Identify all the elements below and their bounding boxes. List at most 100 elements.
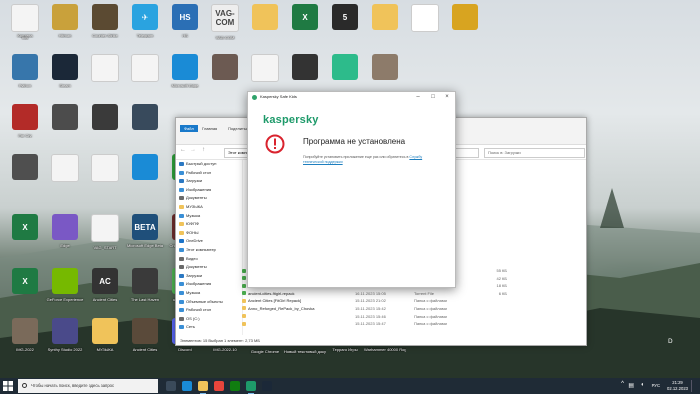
desktop-icon[interactable]: [244, 4, 286, 33]
desktop-icon[interactable]: [364, 54, 406, 83]
desktop-icon[interactable]: [124, 154, 166, 183]
nav-item[interactable]: МУЗЫКА: [176, 203, 242, 212]
taskbar-xbox-icon[interactable]: [230, 381, 240, 391]
desktop-icon[interactable]: [244, 54, 286, 85]
nav-item[interactable]: Музыка: [176, 212, 242, 221]
desktop-icon-label: IMG-2022-10: [213, 347, 237, 352]
back-arrow-icon[interactable]: ←: [180, 147, 186, 153]
desktop-icon[interactable]: X: [4, 268, 46, 297]
desktop-icon[interactable]: GeForce Experience: [44, 268, 86, 302]
minimize-icon[interactable]: –: [411, 93, 425, 102]
tray-overflow-icon[interactable]: ^: [621, 381, 624, 387]
volume-icon[interactable]: ◖: [640, 382, 644, 388]
up-arrow-icon[interactable]: ↑: [202, 147, 205, 153]
nav-item[interactable]: Музыка: [176, 289, 242, 298]
file-icon: [242, 306, 246, 311]
file-size: 6 КБ: [498, 290, 507, 296]
nav-item[interactable]: OS (C:): [176, 315, 242, 324]
desktop-icon[interactable]: 5: [324, 4, 366, 33]
file-type: Папка с файлами: [414, 321, 447, 327]
search-input[interactable]: Поиск в: Загрузки: [484, 148, 585, 158]
file-row[interactable]: 15.11.2023 15:47 Папка с файлами: [242, 320, 586, 328]
nav-item[interactable]: ФОНЫ: [176, 229, 242, 238]
desktop-icon-image: [52, 104, 78, 130]
nav-item[interactable]: OneDrive: [176, 237, 242, 246]
show-desktop-button[interactable]: [691, 380, 698, 392]
nav-item[interactable]: Быстрый доступ: [176, 160, 242, 169]
nav-item[interactable]: Загрузки: [176, 272, 242, 281]
nav-item[interactable]: Изображения: [176, 280, 242, 289]
desktop-icon[interactable]: [84, 154, 126, 185]
nav-item[interactable]: Сеть: [176, 323, 242, 332]
close-icon[interactable]: ×: [440, 93, 454, 102]
desktop-icon[interactable]: X: [284, 4, 326, 33]
windows-start-icon[interactable]: [3, 381, 13, 391]
desktop-icon[interactable]: [44, 154, 86, 185]
nav-item[interactable]: Рабочий стол: [176, 306, 242, 315]
taskbar-task-view-icon[interactable]: [166, 381, 176, 391]
desktop-icon[interactable]: осу: [4, 4, 46, 40]
nav-item[interactable]: Загрузки: [176, 177, 242, 186]
language-indicator[interactable]: РУС: [652, 383, 660, 388]
tab-file[interactable]: Файл: [180, 125, 198, 132]
desktop-icon[interactable]: Python: [4, 54, 46, 88]
taskbar-explorer-icon[interactable]: [198, 381, 208, 394]
file-row[interactable]: Ancient Cities [FitGirl Repack] 15.11.202…: [242, 297, 586, 305]
desktop-icon[interactable]: VAG_START: [84, 214, 126, 250]
desktop-icon[interactable]: [124, 104, 166, 133]
nav-item-label: МУЗЫКА: [186, 203, 203, 209]
nav-item[interactable]: ЮФПФ: [176, 220, 242, 229]
maximize-icon[interactable]: □: [426, 93, 440, 102]
nav-item[interactable]: Видео: [176, 255, 242, 264]
desktop-icon[interactable]: VAG-COM VAG-COM: [204, 4, 246, 40]
desktop-icon[interactable]: The Last Haven: [124, 268, 166, 302]
desktop-icon[interactable]: [44, 104, 86, 133]
desktop-icon[interactable]: Edge: [44, 214, 86, 248]
desktop-icon[interactable]: IMG-2022: [4, 318, 46, 352]
desktop-icon[interactable]: Steam: [44, 54, 86, 88]
network-icon[interactable]: ▤: [628, 382, 634, 389]
nav-item-label: Рабочий стол: [186, 169, 212, 175]
desktop-icon-label: Ancient Cities: [132, 347, 158, 352]
desktop-icon[interactable]: [124, 54, 166, 85]
taskbar-search[interactable]: Чтобы начать поиск, введите здесь запрос: [18, 379, 158, 393]
file-row[interactable]: 15.11.2023 15:46 Папка с файлами: [242, 313, 586, 321]
forward-arrow-icon[interactable]: →: [190, 147, 196, 153]
nav-item[interactable]: Рабочий стол: [176, 169, 242, 178]
desktop-icon[interactable]: BETA Microsoft Edge Beta: [124, 214, 166, 248]
nav-item[interactable]: Изображения: [176, 186, 242, 195]
desktop-icon[interactable]: Far Cry: [4, 104, 46, 138]
desktop-icon[interactable]: Ancient Cities: [124, 318, 166, 352]
desktop-icon[interactable]: [404, 4, 446, 35]
desktop-icon[interactable]: AC Ancient Cities: [84, 268, 126, 302]
nav-item[interactable]: Этот компьютер: [176, 246, 242, 255]
system-clock[interactable]: 21:29 02.12.2023: [667, 380, 688, 391]
taskbar-edge-icon[interactable]: [182, 381, 192, 391]
file-row[interactable]: ancient-cities-fitgirl-repack 16.11.2023 …: [242, 290, 586, 298]
desktop-icon[interactable]: [84, 54, 126, 85]
desktop-icon[interactable]: ✈ Telegram: [124, 4, 166, 38]
tab-home[interactable]: Главная: [202, 126, 217, 131]
desktop-icon[interactable]: X: [4, 214, 46, 243]
desktop-icon[interactable]: Counter-Strike: [84, 4, 126, 38]
desktop-icon[interactable]: [444, 4, 486, 33]
taskbar-kaspersky-icon[interactable]: [246, 381, 256, 394]
desktop-icon[interactable]: Hitman: [44, 4, 86, 38]
folder-icon: [179, 196, 184, 201]
nav-item[interactable]: Объемные объекты: [176, 298, 242, 307]
taskbar-chrome-icon[interactable]: [214, 381, 224, 391]
desktop-icon[interactable]: [324, 54, 366, 83]
desktop-icon[interactable]: HS HS: [164, 4, 206, 38]
desktop-icon[interactable]: МУЗЫКА: [84, 318, 126, 352]
nav-item[interactable]: Документы: [176, 263, 242, 272]
taskbar-steam-icon[interactable]: [262, 381, 272, 391]
desktop-icon[interactable]: [284, 54, 326, 83]
desktop-icon[interactable]: Synthy Studio 2022: [44, 318, 86, 352]
desktop-icon[interactable]: [84, 104, 126, 133]
desktop-icon[interactable]: [4, 154, 46, 183]
desktop-icon[interactable]: [204, 54, 246, 83]
nav-item[interactable]: Документы: [176, 194, 242, 203]
desktop-icon[interactable]: Microsoft Edge: [164, 54, 206, 88]
file-row[interactable]: Anno_Reforged_RePack_by_Chovka 15.11.2023…: [242, 305, 586, 313]
desktop-icon[interactable]: [364, 4, 406, 33]
